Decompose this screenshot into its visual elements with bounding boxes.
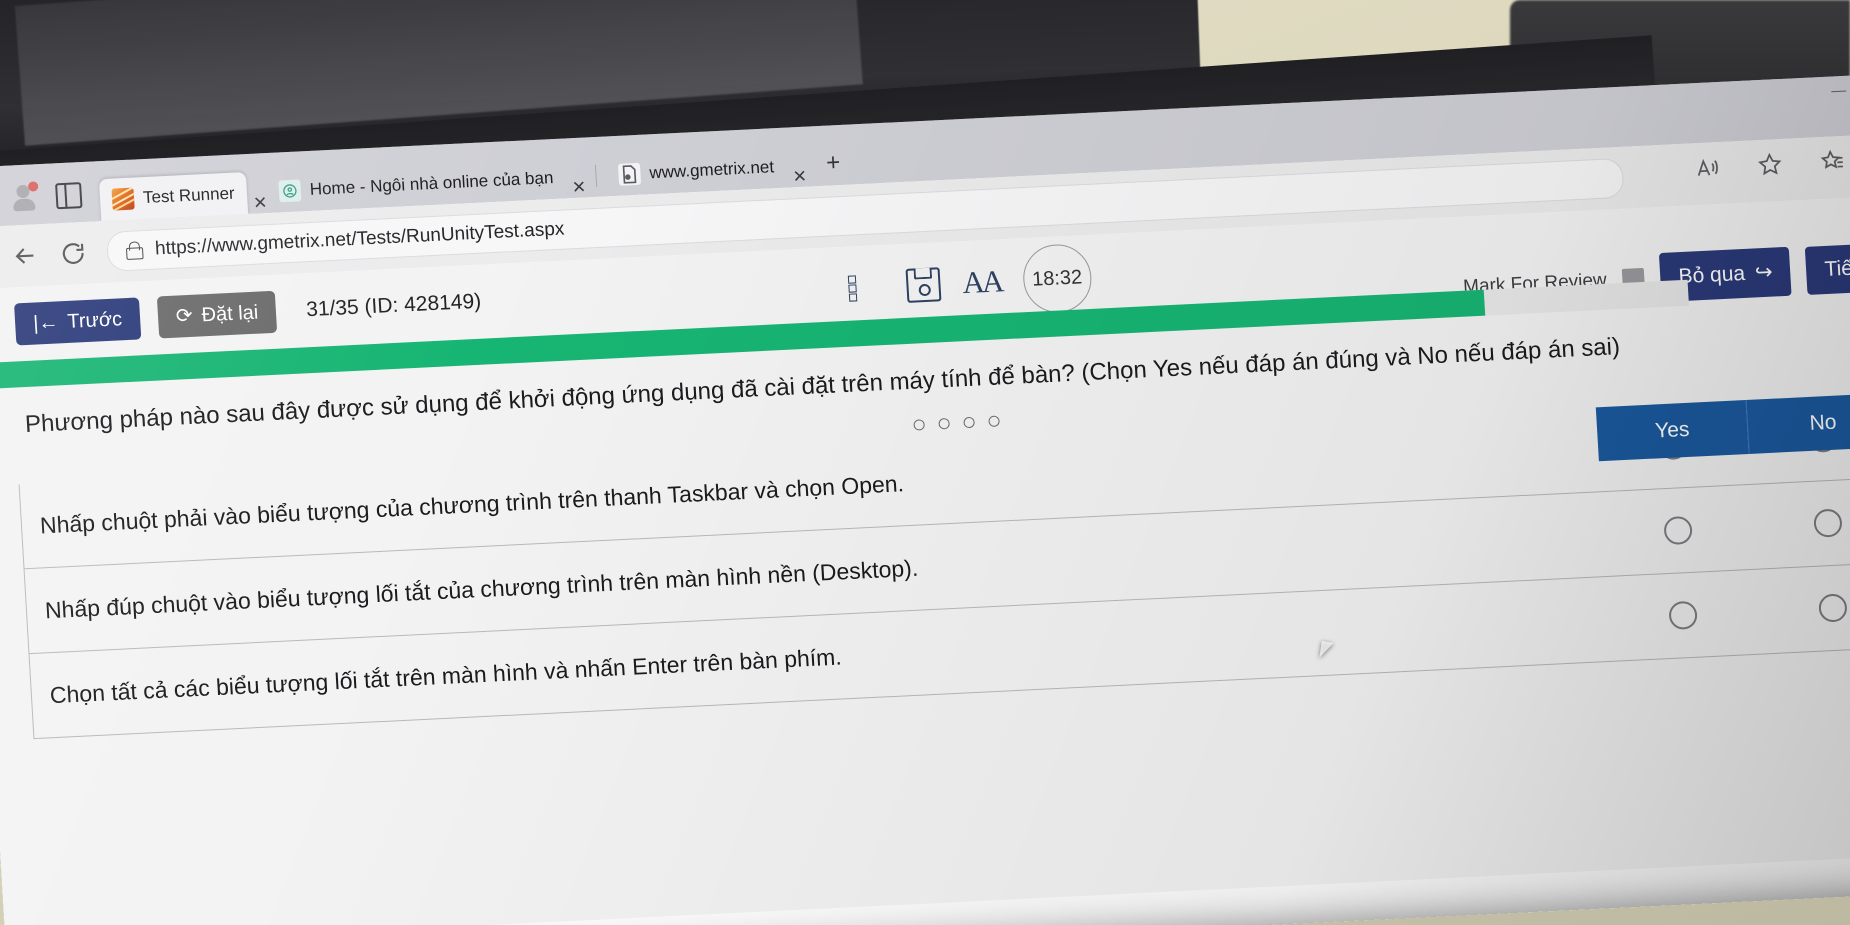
profile-icon[interactable] xyxy=(11,181,43,213)
test-runner-page: |← Trước ⟳ Đặt lại 31/35 (ID: 428149) AA… xyxy=(0,194,1850,925)
timer: 18:32 xyxy=(1021,242,1094,315)
tab-title: www.gmetrix.net xyxy=(648,157,775,183)
previous-label: Trước xyxy=(66,308,123,333)
window-controls: — ◻ xyxy=(1831,80,1850,101)
star-icon[interactable] xyxy=(1756,151,1784,183)
tab-close-icon[interactable]: ✕ xyxy=(792,167,807,188)
radio-yes[interactable] xyxy=(1663,516,1693,546)
question-list-icon[interactable] xyxy=(847,272,886,303)
address-text: https://www.gmetrix.net/Tests/RunUnityTe… xyxy=(154,218,565,260)
minimize-icon[interactable]: — xyxy=(1831,82,1847,101)
radio-yes[interactable] xyxy=(1668,601,1698,631)
answers-table: Nhấp chuột phải vào biểu tượng của chươn… xyxy=(18,393,1850,740)
pager-dot[interactable] xyxy=(988,415,1000,428)
answer-cell-yes[interactable] xyxy=(1606,570,1761,661)
home-favicon xyxy=(278,179,302,203)
reload-icon[interactable] xyxy=(58,239,88,268)
photo-of-laptop-screen: Test Runner ✕ Home - Ngôi nhà online của… xyxy=(0,0,1850,925)
radio-no[interactable] xyxy=(1818,593,1848,624)
answer-cell-no[interactable] xyxy=(1756,563,1850,654)
reset-label: Đặt lại xyxy=(200,301,259,327)
lock-icon xyxy=(125,241,144,260)
radio-no[interactable] xyxy=(1813,508,1843,539)
split-screen-icon[interactable] xyxy=(55,182,83,210)
skip-label: Bỏ qua xyxy=(1677,261,1746,288)
tab-title: Home - Ngôi nhà online của bạn xyxy=(309,168,554,199)
mouse-cursor xyxy=(1319,640,1334,660)
collections-icon[interactable] xyxy=(1818,148,1846,180)
tab-title: Test Runner xyxy=(142,183,236,208)
new-tab-button[interactable]: + xyxy=(825,149,841,178)
tab-divider xyxy=(594,164,598,187)
browser-toolbar-icons: ⋯ xyxy=(1694,145,1850,186)
question-counter: 31/35 (ID: 428149) xyxy=(305,289,482,322)
pager-dot[interactable] xyxy=(913,419,925,432)
next-label: Tiếp xyxy=(1823,255,1850,281)
answer-cell-no[interactable] xyxy=(1751,478,1850,569)
answer-cell-yes[interactable] xyxy=(1601,485,1756,576)
save-icon[interactable] xyxy=(905,267,942,303)
read-aloud-icon[interactable] xyxy=(1694,154,1722,186)
reset-button[interactable]: ⟳ Đặt lại xyxy=(156,290,278,339)
tab-close-icon[interactable]: ✕ xyxy=(571,177,586,198)
next-button[interactable]: Tiếp →| xyxy=(1805,240,1850,295)
answer-column-header: Yes xyxy=(1595,400,1749,462)
document-favicon xyxy=(617,162,642,186)
pager-dot[interactable] xyxy=(938,418,950,430)
tab-close-icon[interactable]: ✕ xyxy=(253,193,268,214)
previous-question-button[interactable]: |← Trước xyxy=(14,297,142,346)
answer-column-header: No xyxy=(1745,393,1850,455)
browser-tab-test-runner[interactable]: Test Runner xyxy=(98,172,248,222)
back-arrow-icon[interactable] xyxy=(10,241,40,270)
reset-icon: ⟳ xyxy=(175,304,194,328)
pager-dot[interactable] xyxy=(963,417,975,429)
skip-arrow-icon: ↪ xyxy=(1754,260,1774,285)
previous-arrow-icon: |← xyxy=(32,311,60,335)
browser-window: Test Runner ✕ Home - Ngôi nhà online của… xyxy=(0,72,1850,925)
test-runner-favicon xyxy=(111,187,135,211)
font-size-icon[interactable]: AA xyxy=(961,263,1002,301)
